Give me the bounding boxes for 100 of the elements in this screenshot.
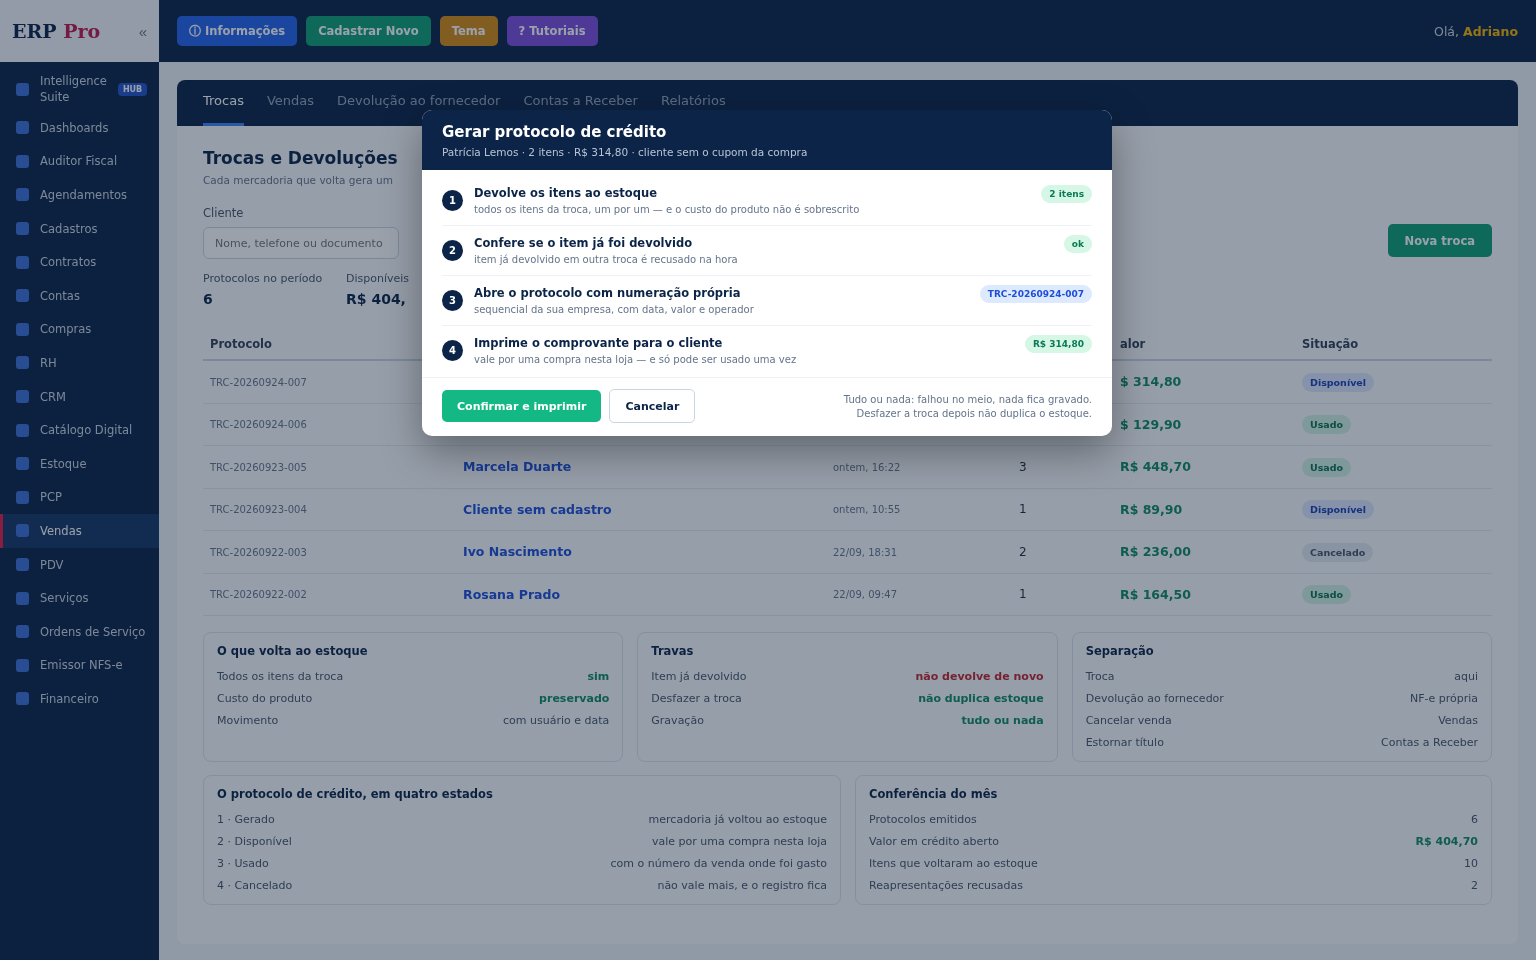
sidebar-item[interactable]: Dashboards <box>0 111 159 145</box>
sidebar-item[interactable]: Financeiro <box>0 682 159 716</box>
items-cell: 1 <box>1019 587 1027 602</box>
dialog-subtitle: Patrícia Lemos · 2 itens · R$ 314,80 · cliente sem o cupom da compra <box>442 146 809 158</box>
column-header: Situação <box>1302 337 1359 351</box>
tab[interactable]: Vendas <box>266 80 315 126</box>
sidebar-item[interactable]: Compras <box>0 312 159 347</box>
page-subtitle: Cada mercadoria que volta gera um <box>203 174 393 186</box>
step-result-label: ok <box>1063 235 1092 253</box>
row-value: mercadoria já voltou ao estoque <box>648 813 827 826</box>
client-search-field[interactable]: Nome, telefone ou documento <box>203 227 399 259</box>
card-title: Conferência do mês <box>869 787 999 801</box>
status-label: Usado <box>1302 457 1352 477</box>
dialog-note: Tudo ou nada: falhou no meio, nada fica gravado. <box>843 393 1092 405</box>
step-result-label: 2 itens <box>1041 185 1092 203</box>
square-icon <box>16 154 29 168</box>
sidebar-item[interactable]: PCP <box>0 480 159 515</box>
value-cell: R$ 89,90 <box>1120 501 1183 517</box>
sidebar-item[interactable]: PDV <box>0 547 159 582</box>
client-link[interactable]: Ivo Nascimento <box>463 544 572 560</box>
new-exchange-button[interactable]: Nova troca <box>1387 224 1492 257</box>
value-cell: $ 314,80 <box>1120 374 1182 390</box>
card-title: Separação <box>1085 644 1155 658</box>
items-cell: 2 <box>1019 544 1027 559</box>
step-number: 3 <box>442 290 463 311</box>
sidebar-item[interactable]: Cadastros <box>0 211 159 246</box>
logo: ERP Pro <box>12 20 101 42</box>
status-label: Disponível <box>1302 500 1375 520</box>
sidebar-item[interactable]: Ordens de Serviço <box>0 614 159 649</box>
row-label: Todos os itens da troca <box>217 670 344 683</box>
toolbar-button[interactable]: Cadastrar Novo <box>306 16 431 46</box>
collapse-button[interactable]: « <box>138 22 147 40</box>
square-icon <box>16 390 29 404</box>
date-cell: ontem, 16:22 <box>833 461 901 473</box>
date-cell: 22/09, 18:31 <box>833 546 897 558</box>
toolbar-button[interactable]: ? Tutoriais <box>506 16 598 46</box>
row-value: Contas a Receber <box>1381 736 1478 749</box>
square-icon <box>16 457 29 471</box>
sidebar-item[interactable]: Intelligence Suite HUB <box>0 67 159 111</box>
row-value: 10 <box>1464 857 1478 870</box>
page-title: Trocas e Devoluções <box>203 148 398 168</box>
tab[interactable]: Trocas <box>203 80 244 126</box>
sidebar-item[interactable]: CRM <box>0 379 159 414</box>
step-number: 1 <box>442 190 463 211</box>
square-icon <box>16 222 29 236</box>
step-description: sequencial da sua empresa, com data, valor e operador <box>474 304 755 315</box>
step-description: vale por uma compra nesta loja — e só pode ser usado uma vez <box>474 354 798 365</box>
row-label: Cancelar venda <box>1085 714 1172 727</box>
sidebar-item[interactable]: Contratos <box>0 245 159 279</box>
square-icon <box>16 322 29 336</box>
user-name: Adriano <box>1463 23 1518 39</box>
square-icon <box>16 490 29 504</box>
confirm-button[interactable]: Confirmar e imprimir <box>442 390 602 422</box>
stat-label: Protocolos no período <box>203 272 324 285</box>
client-link[interactable]: Cliente sem cadastro <box>463 501 612 517</box>
sidebar-item[interactable]: RH <box>0 346 159 380</box>
row-label: Reapresentações recusadas <box>869 879 1023 892</box>
step-result-label: R$ 314,80 <box>1024 335 1092 353</box>
square-icon <box>16 82 29 96</box>
cancel-button[interactable]: Cancelar <box>609 389 696 423</box>
card-title: O que volta ao estoque <box>217 644 369 658</box>
sidebar-item[interactable]: Contas <box>0 278 159 313</box>
client-link[interactable]: Marcela Duarte <box>463 459 572 475</box>
row-value: aqui <box>1454 670 1478 683</box>
row-label: Movimento <box>217 714 279 727</box>
row-label: Protocolos emitidos <box>869 813 977 826</box>
stat-value: 6 <box>203 291 214 307</box>
tab[interactable]: Relatórios <box>660 80 726 126</box>
protocol-cell: TRC-20260922-003 <box>210 546 307 558</box>
status-label: Cancelado <box>1302 542 1374 562</box>
protocol-cell: TRC-20260924-007 <box>210 376 307 388</box>
protocol-cell: TRC-20260924-006 <box>210 419 307 431</box>
sidebar-item[interactable]: Auditor Fiscal <box>0 144 159 179</box>
sidebar-item[interactable]: Emissor NFS-e <box>0 648 159 683</box>
row-value: 2 <box>1471 879 1478 892</box>
stat-value: R$ 404, <box>346 291 407 307</box>
sidebar-item[interactable]: Estoque <box>0 446 159 481</box>
square-icon <box>16 121 29 135</box>
square-icon <box>16 423 29 437</box>
row-label: Item já devolvido <box>651 670 747 683</box>
client-link[interactable]: Rosana Prado <box>463 586 561 602</box>
square-icon <box>16 591 29 605</box>
row-value: R$ 404,70 <box>1415 835 1478 848</box>
toolbar-button[interactable]: ⓘ Informações <box>177 16 298 46</box>
row-value: 6 <box>1471 813 1478 826</box>
greeting-text: Olá, <box>1434 23 1459 39</box>
dialog-note: Desfazer a troca depois não duplica o estoque. <box>856 407 1092 419</box>
step-title: Confere se o item já foi devolvido <box>474 236 694 250</box>
row-label: Desfazer a troca <box>651 692 742 705</box>
sidebar-item[interactable]: Catálogo Digital <box>0 413 159 447</box>
value-cell: R$ 448,70 <box>1120 459 1191 475</box>
square-icon <box>16 289 29 303</box>
sidebar-item[interactable]: Vendas <box>0 514 159 548</box>
tab[interactable]: Devolução ao fornecedor <box>337 80 501 126</box>
row-value: não duplica estoque <box>918 692 1044 705</box>
sidebar-item[interactable]: Serviços <box>0 581 159 615</box>
value-cell: $ 129,90 <box>1120 416 1182 432</box>
status-label: Usado <box>1302 585 1352 605</box>
sidebar-item[interactable]: Agendamentos <box>0 178 159 212</box>
row-label: Valor em crédito aberto <box>869 835 999 848</box>
